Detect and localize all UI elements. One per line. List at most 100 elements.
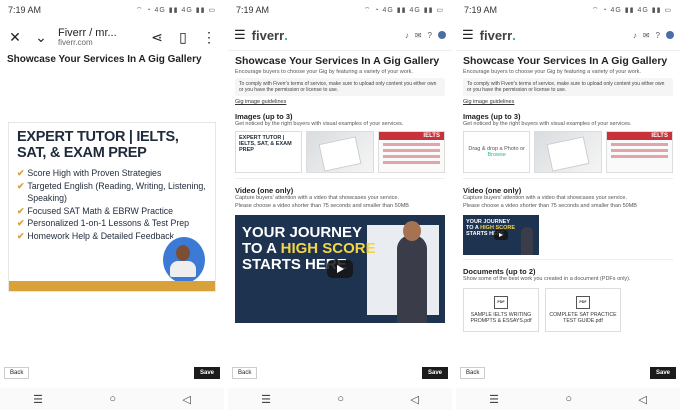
- home-icon[interactable]: ○: [337, 393, 344, 405]
- banner-title: EXPERT TUTOR | IELTS, SAT, & EXAM PREP: [17, 129, 179, 161]
- image-thumbnail[interactable]: [306, 131, 374, 173]
- banner-bullet: ✔ Focused SAT Math & EBRW Practice: [17, 205, 174, 216]
- gig-banner-image: EXPERT TUTOR | IELTS, SAT, & EXAM PREP ✔…: [8, 122, 216, 292]
- back-icon[interactable]: ◁: [182, 393, 190, 406]
- video-title: Video (one only): [235, 186, 294, 195]
- home-icon[interactable]: ○: [565, 393, 572, 405]
- fiverr-header: ☰ fiverr. ♪ ✉ ?: [228, 20, 452, 51]
- status-time: 7:19 AM: [8, 5, 42, 15]
- status-icons: ⌔ ◔ 4G ▮▮ 4G ▮▮ ▭: [591, 6, 672, 14]
- chevron-down-icon[interactable]: ⌄: [32, 29, 50, 46]
- bookmark-icon[interactable]: ▯: [174, 29, 192, 46]
- back-icon[interactable]: ◁: [638, 393, 646, 406]
- fiverr-logo[interactable]: fiverr.: [252, 28, 288, 43]
- play-icon[interactable]: [494, 230, 508, 240]
- gig-image-guidelines-link[interactable]: Gig image guidelines: [228, 96, 452, 108]
- video-limit: Please choose a video shorter than 75 se…: [235, 203, 409, 209]
- banner-bullet: ✔ Targeted English (Reading, Writing, Lis…: [17, 180, 206, 204]
- android-nav-bar: ☰ ○ ◁: [0, 388, 224, 410]
- banner-gold-bar: [9, 281, 215, 291]
- page-subheading: Encourage buyers to choose your Gig by f…: [235, 69, 413, 75]
- save-button[interactable]: Save: [193, 367, 220, 379]
- url-box[interactable]: Fiverr / mr... fiverr.com: [58, 27, 140, 48]
- document-card[interactable]: PDF SAMPLE IELTS WRITING PROMPTS & ESSAY…: [463, 288, 539, 332]
- pdf-icon: PDF: [576, 296, 590, 309]
- check-icon: ✔: [17, 180, 25, 191]
- status-time: 7:19 AM: [236, 5, 270, 15]
- save-button[interactable]: Save: [421, 367, 448, 379]
- avatar[interactable]: [438, 31, 446, 39]
- video-preview[interactable]: YOUR JOURNEY TO A HIGH SCORE STARTS HERE: [235, 215, 445, 323]
- video-thumbnail[interactable]: YOUR JOURNEY TO A HIGH SCORE STARTS HERE: [463, 215, 539, 255]
- document-card[interactable]: PDF COMPLETE SAT PRACTICE TEST GUIDE.pdf: [545, 288, 621, 332]
- image-row: EXPERT TUTOR | IELTS, SAT, & EXAM PREP I…: [228, 129, 452, 175]
- help-icon[interactable]: ?: [656, 31, 660, 40]
- status-bar: 7:19 AM ⌔ ◔ 4G ▮▮ 4G ▮▮ ▭: [0, 0, 224, 20]
- home-icon[interactable]: ○: [109, 393, 116, 405]
- gig-gallery-panel-documents: 7:19 AM ⌔ ◔ 4G ▮▮ 4G ▮▮ ▭ ☰ fiverr. ♪ ✉ …: [456, 0, 680, 410]
- images-title: Images (up to 3): [463, 112, 521, 121]
- gig-image-guidelines-link[interactable]: Gig image guidelines: [456, 96, 680, 108]
- page-subheading: Encourage buyers to choose your Gig by f…: [463, 69, 641, 75]
- avatar[interactable]: [666, 31, 674, 39]
- image-thumbnail[interactable]: EXPERT TUTOR | IELTS, SAT, & EXAM PREP: [235, 131, 303, 173]
- check-icon: ✔: [17, 218, 25, 228]
- page-heading: Showcase Your Services In A Gig Gallery: [463, 55, 668, 67]
- more-icon[interactable]: ⋮: [200, 29, 218, 46]
- banner-bullet: ✔ Score High with Proven Strategies: [17, 168, 162, 178]
- page-heading: Showcase Your Services In A Gig Gallery: [235, 55, 440, 67]
- status-bar: 7:19 AM ⌔ ◔ 4G ▮▮ 4G ▮▮ ▭: [456, 0, 680, 20]
- image-thumbnail[interactable]: IELTS: [377, 131, 445, 173]
- gig-gallery-panel: 7:19 AM ⌔ ◔ 4G ▮▮ 4G ▮▮ ▭ ☰ fiverr. ♪ ✉ …: [228, 0, 452, 410]
- status-bar: 7:19 AM ⌔ ◔ 4G ▮▮ 4G ▮▮ ▭: [228, 0, 452, 20]
- banner-bullet: ✔ Personalized 1-on-1 Lessons & Test Prep: [17, 218, 190, 228]
- bell-icon[interactable]: ♪: [633, 31, 637, 40]
- image-thumbnail[interactable]: IELTS: [605, 131, 673, 173]
- play-icon[interactable]: [327, 260, 353, 278]
- help-icon[interactable]: ?: [428, 31, 432, 40]
- back-button[interactable]: Back: [232, 367, 258, 379]
- tutor-photo: [161, 235, 207, 285]
- image-thumbnail[interactable]: [534, 131, 602, 173]
- documents-subtitle: Show some of the best work you created i…: [463, 276, 631, 282]
- back-icon[interactable]: ◁: [410, 393, 418, 406]
- form-footer: Back Save: [0, 366, 224, 380]
- back-button[interactable]: Back: [4, 367, 30, 379]
- save-button[interactable]: Save: [649, 367, 676, 379]
- android-nav-bar: ☰ ○ ◁: [456, 388, 680, 410]
- pdf-icon: PDF: [494, 296, 508, 309]
- images-subtitle: Get noticed by the right buyers with vis…: [463, 121, 632, 127]
- fiverr-logo[interactable]: fiverr.: [480, 28, 516, 43]
- recents-icon[interactable]: ☰: [489, 393, 499, 406]
- check-icon: ✔: [17, 168, 25, 178]
- browse-link[interactable]: Browse: [487, 152, 505, 158]
- status-time: 7:19 AM: [464, 5, 498, 15]
- back-button[interactable]: Back: [460, 367, 486, 379]
- documents-title: Documents (up to 2): [463, 267, 536, 276]
- menu-icon[interactable]: ☰: [234, 27, 246, 43]
- close-icon[interactable]: ✕: [6, 29, 24, 46]
- recents-icon[interactable]: ☰: [33, 393, 43, 406]
- page-heading: Showcase Your Services In A Gig Gallery: [7, 54, 202, 65]
- share-icon[interactable]: ⋖: [148, 29, 166, 46]
- browser-url: fiverr.com: [58, 37, 93, 47]
- form-footer: Back Save: [456, 366, 680, 380]
- mail-icon[interactable]: ✉: [643, 31, 650, 40]
- browser-page-title: Fiverr / mr...: [58, 26, 117, 39]
- documents-row: PDF SAMPLE IELTS WRITING PROMPTS & ESSAY…: [456, 284, 680, 336]
- terms-notice: To comply with Fiverr's terms of service…: [463, 78, 673, 96]
- check-icon: ✔: [17, 205, 25, 216]
- mail-icon[interactable]: ✉: [415, 31, 422, 40]
- recents-icon[interactable]: ☰: [261, 393, 271, 406]
- menu-icon[interactable]: ☰: [462, 27, 474, 43]
- video-subtitle: Capture buyers' attention with a video t…: [463, 195, 627, 201]
- check-icon: ✔: [17, 230, 25, 241]
- video-title: Video (one only): [463, 186, 522, 195]
- banner-bullets: ✔ Score High with Proven Strategies ✔ Targ…: [17, 167, 215, 242]
- terms-notice: To comply with Fiverr's terms of service…: [235, 78, 445, 96]
- android-nav-bar: ☰ ○ ◁: [228, 388, 452, 410]
- bell-icon[interactable]: ♪: [405, 31, 409, 40]
- image-row: Drag & drop a Photo or Browse IELTS: [456, 129, 680, 175]
- status-icons: ⌔ ◔ 4G ▮▮ 4G ▮▮ ▭: [363, 6, 444, 14]
- image-dropzone[interactable]: Drag & drop a Photo or Browse: [463, 131, 531, 173]
